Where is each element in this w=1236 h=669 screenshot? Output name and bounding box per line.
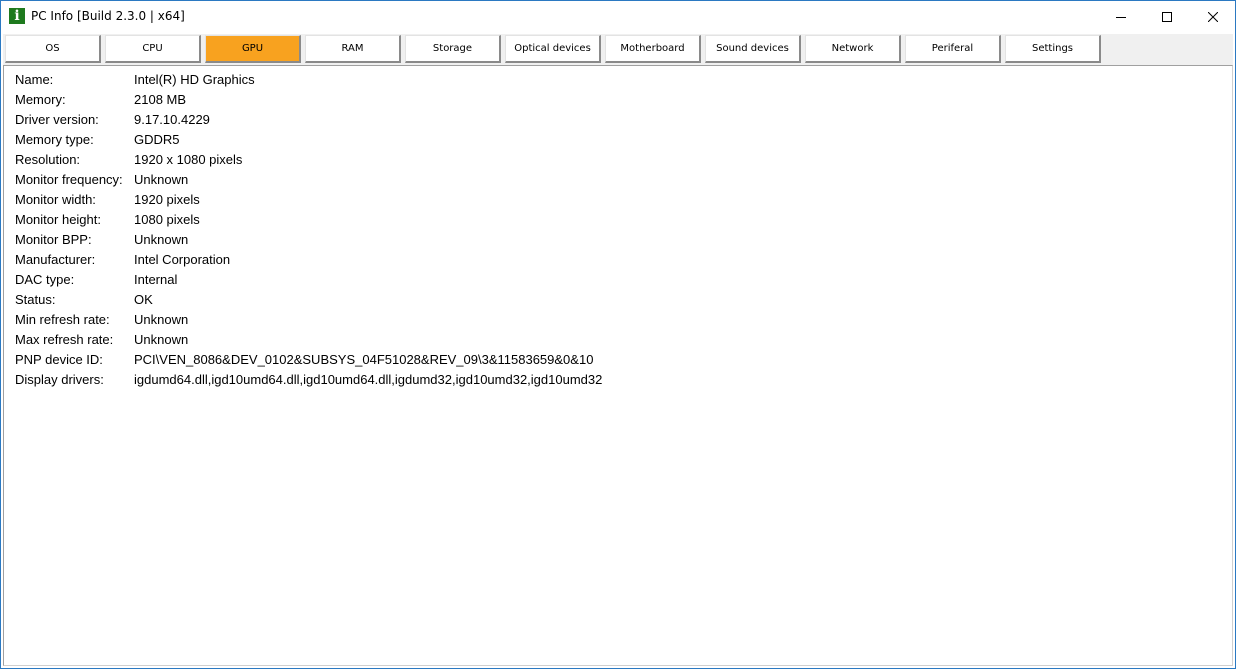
tab-motherboard[interactable]: Motherboard — [605, 35, 701, 63]
info-label: Min refresh rate: — [15, 312, 110, 327]
minimize-icon — [1116, 16, 1126, 18]
close-button[interactable] — [1190, 1, 1236, 32]
info-label: Monitor frequency: — [15, 172, 123, 187]
tab-storage[interactable]: Storage — [405, 35, 501, 63]
info-value: igdumd64.dll,igd10umd64.dll,igd10umd64.d… — [134, 372, 603, 387]
info-label: Max refresh rate: — [15, 332, 114, 347]
info-value: PCI\VEN_8086&DEV_0102&SUBSYS_04F51028&RE… — [134, 352, 594, 367]
info-value: Intel(R) HD Graphics — [134, 72, 255, 87]
title-bar[interactable]: i PC Info [Build 2.3.0 | x64] — [1, 1, 1235, 32]
info-label: Display drivers: — [15, 372, 104, 387]
info-value: Unknown — [134, 232, 189, 247]
info-value: Unknown — [134, 312, 189, 327]
tab-cpu[interactable]: CPU — [105, 35, 201, 63]
info-label: DAC type: — [15, 272, 75, 287]
info-icon: i — [9, 8, 25, 24]
info-value: GDDR5 — [134, 132, 180, 147]
info-value: 2108 MB — [134, 92, 187, 107]
tab-network[interactable]: Network — [805, 35, 901, 63]
maximize-button[interactable] — [1144, 1, 1190, 32]
tab-settings[interactable]: Settings — [1005, 35, 1101, 63]
info-value: OK — [134, 292, 153, 307]
tab-sound-devices[interactable]: Sound devices — [705, 35, 801, 63]
info-value: 1080 pixels — [134, 212, 200, 227]
info-label: PNP device ID: — [15, 352, 103, 367]
info-label: Monitor height: — [15, 212, 101, 227]
info-label: Driver version: — [15, 112, 99, 127]
tab-periferal[interactable]: Periferal — [905, 35, 1001, 63]
tab-ram[interactable]: RAM — [305, 35, 401, 63]
info-value: 1920 x 1080 pixels — [134, 152, 243, 167]
info-value: 1920 pixels — [134, 192, 200, 207]
info-label: Resolution: — [15, 152, 81, 167]
gpu-info-panel: Name: Intel(R) HD Graphics Memory: 2108 MB D… — [3, 65, 1233, 666]
info-value: Unknown — [134, 172, 189, 187]
close-icon — [1208, 11, 1218, 22]
info-label: Status: — [15, 292, 56, 307]
info-label: Name: — [15, 72, 54, 87]
info-label: Memory type: — [15, 132, 94, 147]
info-value: Intel Corporation — [134, 252, 231, 267]
tab-gpu[interactable]: GPU — [205, 35, 301, 63]
tab-optical-devices[interactable]: Optical devices — [505, 35, 601, 63]
info-value: Unknown — [134, 332, 189, 347]
maximize-icon — [1162, 11, 1172, 22]
app-window: i PC Info [Build 2.3.0 | x64] OS CPU GPU RA… — [0, 0, 1236, 669]
info-value: 9.17.10.4229 — [134, 112, 210, 127]
minimize-button[interactable] — [1098, 1, 1144, 32]
info-label: Monitor width: — [15, 192, 96, 207]
info-value: Internal — [134, 272, 178, 287]
tab-bar: OS CPU GPU RAM Storage Optical devices Motherb… — [3, 34, 1233, 65]
info-label: Memory: — [15, 92, 66, 107]
info-label: Manufacturer: — [15, 252, 96, 267]
info-label: Monitor BPP: — [15, 232, 92, 247]
tab-os[interactable]: OS — [5, 35, 101, 63]
window-title: PC Info [Build 2.3.0 | x64] — [31, 9, 185, 23]
